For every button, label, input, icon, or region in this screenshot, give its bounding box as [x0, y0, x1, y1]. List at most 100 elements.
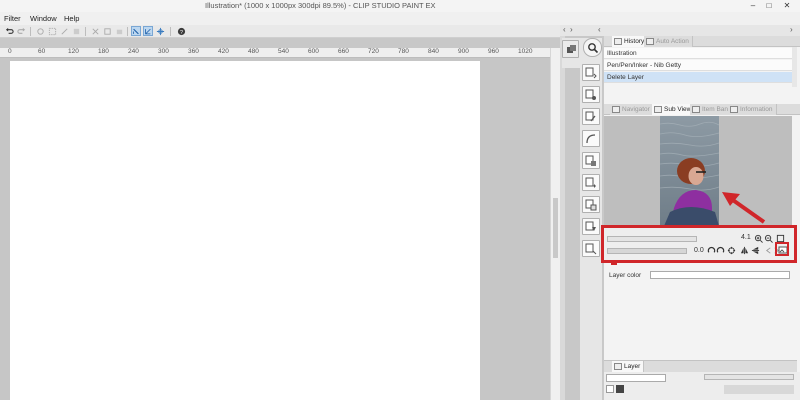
layer-action-icons[interactable] [724, 385, 794, 394]
history-item[interactable]: Pen/Pen/Inker - Nib Getty [604, 60, 793, 71]
brush-layer-icon[interactable] [582, 108, 600, 125]
highlight-annotation-box [601, 225, 797, 263]
tab-auto-action-label: Auto Action [656, 38, 689, 45]
drawing-canvas[interactable] [10, 61, 480, 400]
ruler-label: 720 [368, 48, 379, 55]
panel-right-arrow-icon[interactable]: › [790, 25, 793, 34]
material-icon-column [562, 38, 580, 68]
blend-mode-select[interactable] [606, 374, 666, 382]
search-icon[interactable] [583, 38, 602, 57]
minimize-button[interactable]: – [748, 1, 758, 10]
tab-sub-view-label: Sub View [664, 106, 692, 113]
crop-icon[interactable] [102, 26, 112, 36]
redo-icon[interactable] [16, 26, 26, 36]
transform-icon[interactable] [90, 26, 100, 36]
ruler-label: 180 [98, 48, 109, 55]
menu-filter[interactable]: Filter [4, 14, 21, 23]
mask-layer-icon[interactable] [582, 152, 600, 169]
history-item[interactable]: Illustration [604, 48, 793, 59]
layer-icon [614, 363, 622, 370]
layer-tab-row: Layer [604, 360, 797, 372]
history-icon [614, 38, 622, 45]
ruler-label: 1020 [518, 48, 533, 55]
toolbar-divider [85, 27, 86, 36]
panel-control-strip: ‹ › ‹ › [560, 25, 800, 36]
tab-layer-label: Layer [624, 363, 641, 370]
select-all-icon[interactable] [47, 26, 57, 36]
layer-toggle-icon[interactable] [606, 385, 614, 393]
menu-window[interactable]: Window [30, 14, 57, 23]
ruler-label: 960 [488, 48, 499, 55]
close-button[interactable]: ✕ [782, 1, 792, 10]
tab-history[interactable]: History [612, 36, 649, 47]
layer-add-icon[interactable] [582, 174, 600, 191]
menu-bar: Filter Window Help [0, 12, 800, 25]
layer-color-label: Layer color [609, 272, 642, 279]
scrollbar-thumb[interactable] [553, 198, 558, 258]
toolbar-divider [127, 27, 128, 36]
invert-selection-icon[interactable] [71, 26, 81, 36]
title-bar: Illustration* (1000 x 1000px 300dpi 89.5… [0, 0, 800, 12]
window-title: Illustration* (1000 x 1000px 300dpi 89.5… [205, 1, 436, 10]
panel-left-arrow-icon[interactable]: ‹ [598, 25, 601, 34]
maximize-button[interactable]: □ [764, 1, 774, 10]
history-tab-row: History Auto Action [604, 36, 800, 47]
tab-sub-view[interactable]: Sub View [652, 104, 696, 115]
toolbar-divider [170, 27, 171, 36]
snap-grid-icon[interactable] [143, 26, 153, 36]
tab-navigator[interactable]: Navigator [610, 104, 654, 115]
help-icon[interactable]: ? [176, 26, 186, 36]
svg-text:?: ? [180, 29, 183, 35]
material-folder-icon[interactable] [562, 40, 579, 58]
panel-splitter[interactable] [560, 25, 565, 400]
layer-dropdown-icon[interactable] [616, 385, 624, 393]
opacity-slider[interactable] [704, 374, 794, 380]
command-bar: ? [0, 25, 560, 38]
tab-navigator-label: Navigator [622, 106, 650, 113]
layer-down-icon[interactable] [582, 64, 600, 81]
snap-ruler-icon[interactable] [131, 26, 141, 36]
collapse-right-arrow-icon[interactable]: › [570, 25, 573, 34]
highlight-annotation-tick [611, 262, 617, 265]
history-scrollbar[interactable] [792, 47, 797, 87]
history-item-selected[interactable]: Delete Layer [604, 72, 793, 83]
layer-fill-icon[interactable] [582, 218, 600, 235]
auto-action-icon [646, 38, 654, 45]
clear-icon[interactable] [35, 26, 45, 36]
deselect-icon[interactable] [59, 26, 69, 36]
sub-view-icon [654, 106, 662, 113]
layer-panel-controls [604, 372, 800, 400]
ruler-label: 300 [158, 48, 169, 55]
highlight-annotation-small-box [775, 242, 789, 256]
layer-settings-icon[interactable] [582, 86, 600, 103]
undo-icon[interactable] [4, 26, 14, 36]
ruler-label: 600 [308, 48, 319, 55]
ruler-label: 120 [68, 48, 79, 55]
layer-copy-icon[interactable] [582, 196, 600, 213]
layer-merge-icon[interactable] [582, 240, 600, 257]
panel-icon-column [580, 38, 602, 400]
navigator-icon [612, 106, 620, 113]
curve-layer-icon[interactable] [582, 130, 600, 147]
tab-auto-action[interactable]: Auto Action [644, 36, 693, 47]
information-icon [730, 106, 738, 113]
ruler-label: 360 [188, 48, 199, 55]
canvas-vertical-scrollbar[interactable] [550, 48, 560, 400]
collapse-left-arrow-icon[interactable]: ‹ [563, 25, 566, 34]
snap-special-ruler-icon[interactable] [155, 26, 165, 36]
horizontal-ruler: 0 60 120 180 240 300 360 420 480 540 600… [0, 48, 558, 58]
tab-information[interactable]: Information [728, 104, 777, 115]
ruler-label: 840 [428, 48, 439, 55]
ruler-label: 540 [278, 48, 289, 55]
ruler-label: 480 [248, 48, 259, 55]
ruler-label: 60 [38, 48, 46, 55]
ruler-label: 900 [458, 48, 469, 55]
tab-layer[interactable]: Layer [612, 361, 645, 372]
tab-item-bank-label: Item Bank [702, 106, 732, 113]
fill-icon[interactable] [114, 26, 124, 36]
ruler-label: 240 [128, 48, 139, 55]
annotation-arrow-icon [722, 192, 766, 224]
menu-help[interactable]: Help [64, 14, 79, 23]
tab-history-label: History [624, 38, 645, 45]
layer-color-field[interactable] [650, 271, 790, 279]
